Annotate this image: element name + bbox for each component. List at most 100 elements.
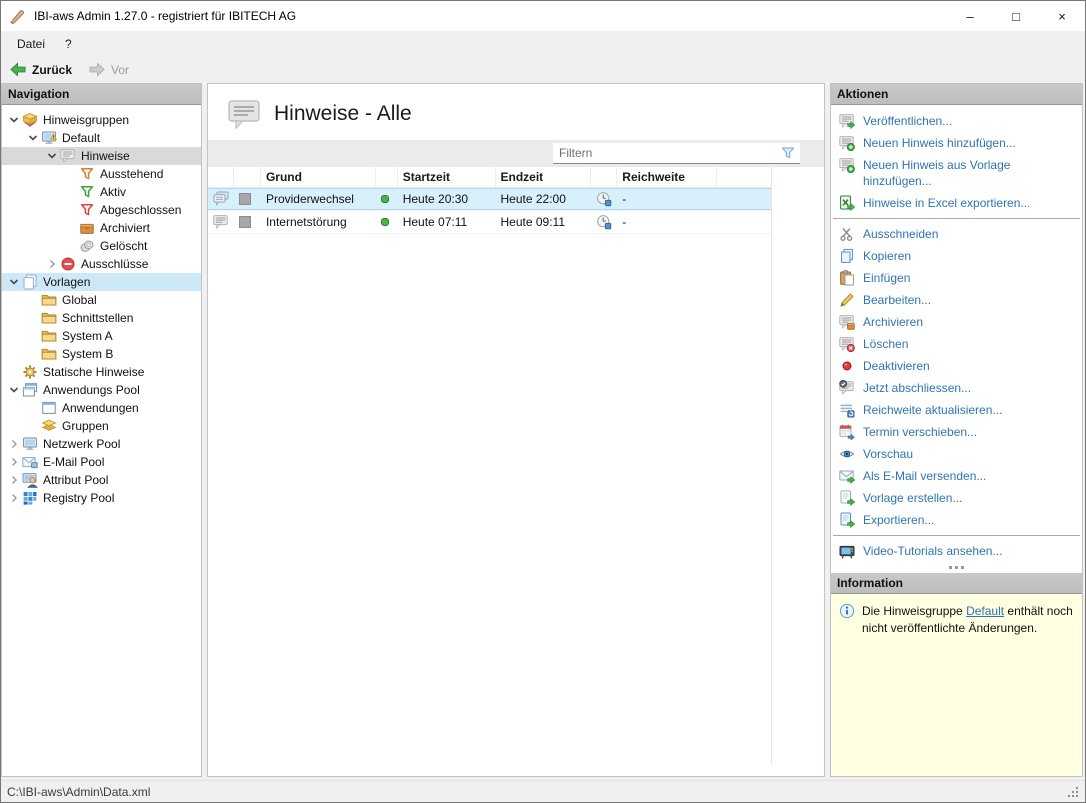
action-archive[interactable]: Archivieren xyxy=(831,311,1082,333)
cell-endzeit: Heute 22:00 xyxy=(496,188,592,210)
cell-color xyxy=(234,188,261,210)
chevron-spacer xyxy=(63,220,79,236)
column-header-filler[interactable] xyxy=(717,167,771,187)
pending-filter-icon xyxy=(79,166,95,182)
tree-item-vorlagen[interactable]: Vorlagen xyxy=(2,273,201,291)
column-header-type[interactable] xyxy=(208,167,234,187)
column-header-color[interactable] xyxy=(234,167,261,187)
tree-item-aktiv[interactable]: Aktiv xyxy=(2,183,201,201)
action-update-reach[interactable]: Reichweite aktualisieren... xyxy=(831,399,1082,421)
tree-item-global[interactable]: Global xyxy=(2,291,201,309)
action-add-hint[interactable]: Neuen Hinweis hinzufügen... xyxy=(831,132,1082,154)
menu-item-help[interactable]: ? xyxy=(55,33,82,55)
tree-item-archiviert[interactable]: Archiviert xyxy=(2,219,201,237)
actions-list: Veröffentlichen...Neuen Hinweis hinzufüg… xyxy=(831,105,1082,562)
action-cut[interactable]: Ausschneiden xyxy=(831,223,1082,245)
table-row-1[interactable]: ProviderwechselHeute 20:30Heute 22:00- xyxy=(208,188,771,211)
action-export[interactable]: Exportieren... xyxy=(831,509,1082,531)
tree-item-anwendungen[interactable]: Anwendungen xyxy=(2,399,201,417)
column-header-status[interactable] xyxy=(376,167,398,187)
back-button[interactable]: Zurück xyxy=(9,62,72,77)
column-header-endzeit[interactable]: Endzeit xyxy=(496,167,592,187)
tree-item-ausschluesse[interactable]: Ausschlüsse xyxy=(2,255,201,273)
scope-clock-icon xyxy=(596,214,612,230)
action-add-hint-from-template[interactable]: Neuen Hinweis aus Vorlage hinzufügen... xyxy=(831,154,1082,192)
tree-item-email-pool[interactable]: E-Mail Pool xyxy=(2,453,201,471)
folder-icon xyxy=(41,328,57,344)
action-paste[interactable]: Einfügen xyxy=(831,267,1082,289)
action-delete[interactable]: Löschen xyxy=(831,333,1082,355)
tree-item-default[interactable]: Default xyxy=(2,129,201,147)
tree-indent xyxy=(2,192,63,193)
resize-grip-icon[interactable] xyxy=(1066,785,1079,798)
information-default-link[interactable]: Default xyxy=(966,604,1004,618)
forward-icon xyxy=(88,62,106,77)
action-publish[interactable]: Veröffentlichen... xyxy=(831,110,1082,132)
tree-item-abgeschlossen[interactable]: Abgeschlossen xyxy=(2,201,201,219)
tree-item-attribut-pool[interactable]: Attribut Pool xyxy=(2,471,201,489)
maximize-button[interactable]: □ xyxy=(993,1,1039,31)
action-deactivate[interactable]: Deaktivieren xyxy=(831,355,1082,377)
action-edit[interactable]: Bearbeiten... xyxy=(831,289,1082,311)
chevron-down-icon[interactable] xyxy=(6,382,22,398)
panel-splitter[interactable] xyxy=(831,562,1082,573)
minimize-button[interactable]: – xyxy=(947,1,993,31)
tree-item-netzwerk-pool[interactable]: Netzwerk Pool xyxy=(2,435,201,453)
action-preview[interactable]: Vorschau xyxy=(831,443,1082,465)
chevron-right-icon[interactable] xyxy=(6,436,22,452)
forward-button[interactable]: Vor xyxy=(88,62,129,77)
tree-item-statische-hinweise[interactable]: Statische Hinweise xyxy=(2,363,201,381)
content-header: Hinweise - Alle xyxy=(208,84,824,140)
tree-item-system-b[interactable]: System B xyxy=(2,345,201,363)
hints-large-icon xyxy=(224,97,262,131)
column-header-startzeit[interactable]: Startzeit xyxy=(398,167,496,187)
tree-item-label: Anwendungen xyxy=(57,401,139,415)
menu-item-datei[interactable]: Datei xyxy=(7,33,55,55)
tree-item-gruppen[interactable]: Gruppen xyxy=(2,417,201,435)
tree-item-schnittstellen[interactable]: Schnittstellen xyxy=(2,309,201,327)
tree-item-geloescht[interactable]: Gelöscht xyxy=(2,237,201,255)
tree-item-hinweisgruppen[interactable]: Hinweisgruppen xyxy=(2,111,201,129)
chevron-right-icon[interactable] xyxy=(6,490,22,506)
tree-item-anwendungs-pool[interactable]: Anwendungs Pool xyxy=(2,381,201,399)
paste-icon xyxy=(839,270,855,286)
action-complete-now[interactable]: Jetzt abschliessen... xyxy=(831,377,1082,399)
tree-item-ausstehend[interactable]: Ausstehend xyxy=(2,165,201,183)
tree-item-registry-pool[interactable]: Registry Pool xyxy=(2,489,201,507)
close-button[interactable]: × xyxy=(1039,1,1085,31)
actions-separator xyxy=(833,218,1080,219)
chevron-spacer xyxy=(63,166,79,182)
tree-item-hinweise[interactable]: Hinweise xyxy=(2,147,201,165)
video-tutorials-icon xyxy=(839,543,855,559)
filter-funnel-icon[interactable] xyxy=(780,145,796,161)
tree-item-label: Hinweise xyxy=(76,149,130,163)
action-create-template[interactable]: Vorlage erstellen... xyxy=(831,487,1082,509)
chevron-down-icon[interactable] xyxy=(6,112,22,128)
action-reschedule[interactable]: Termin verschieben... xyxy=(831,421,1082,443)
chevron-right-icon[interactable] xyxy=(6,472,22,488)
chevron-spacer xyxy=(63,202,79,218)
column-header-grund[interactable]: Grund xyxy=(261,167,376,187)
chevron-down-icon[interactable] xyxy=(25,130,41,146)
tree-indent xyxy=(2,156,44,157)
action-export-excel[interactable]: Hinweise in Excel exportieren... xyxy=(831,192,1082,214)
column-header-reach[interactable] xyxy=(591,167,617,187)
action-copy[interactable]: Kopieren xyxy=(831,245,1082,267)
action-send-email[interactable]: Als E-Mail versenden... xyxy=(831,465,1082,487)
cell-type xyxy=(208,211,234,233)
column-header-reichweite[interactable]: Reichweite xyxy=(617,167,717,187)
chevron-down-icon[interactable] xyxy=(6,274,22,290)
tree-indent xyxy=(2,246,63,247)
tree-item-system-a[interactable]: System A xyxy=(2,327,201,345)
back-label: Zurück xyxy=(32,63,72,77)
chevron-down-icon[interactable] xyxy=(44,148,60,164)
tree-item-label: System A xyxy=(57,329,113,343)
action-video-tutorials[interactable]: Video-Tutorials ansehen... xyxy=(831,540,1082,562)
tree-indent xyxy=(2,210,63,211)
chevron-right-icon[interactable] xyxy=(44,256,60,272)
publish-icon xyxy=(839,113,855,129)
filter-bar xyxy=(208,140,824,167)
table-row-2[interactable]: InternetstörungHeute 07:11Heute 09:11- xyxy=(208,211,771,234)
chevron-right-icon[interactable] xyxy=(6,454,22,470)
filter-input[interactable] xyxy=(553,144,780,162)
